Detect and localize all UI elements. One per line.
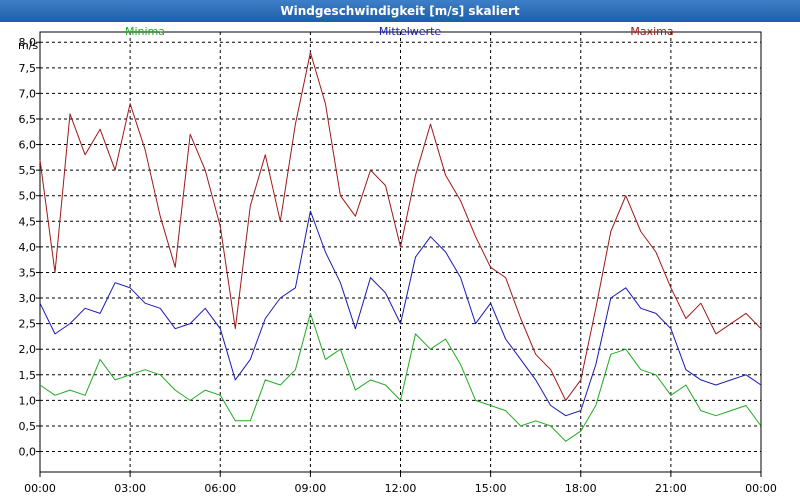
x-tick-time: 21:00	[655, 482, 687, 495]
y-tick-label: 2,5	[19, 318, 37, 331]
legend-minima: Minima	[125, 25, 165, 38]
x-tick-time: 00:00	[24, 482, 56, 495]
x-tick-time: 12:00	[385, 482, 417, 495]
x-tick-time: 09:00	[295, 482, 327, 495]
chart-title: Windgeschwindigkeit [m/s] skaliert	[0, 0, 800, 22]
chart-area: 8,0 7,5 7,0 6,5 6,0 5,5 5,0 4,5 4,0 3,5 3,0 2,5 2,0 1…	[0, 22, 800, 504]
x-tick-time: 00:00	[745, 482, 777, 495]
x-tick-time: 06:00	[204, 482, 236, 495]
y-tick-label: 3,5	[19, 266, 37, 279]
y-tick-label: 2,0	[19, 343, 37, 356]
x-tick-time: 03:00	[114, 482, 146, 495]
legend-maxima: Maxima	[630, 25, 673, 38]
y-tick-label: 7,0	[19, 87, 37, 100]
y-tick-label: 1,0	[19, 394, 37, 407]
x-tick-time: 18:00	[565, 482, 597, 495]
y-tick-label: 7,5	[19, 62, 37, 75]
x-tick-time: 15:00	[475, 482, 507, 495]
y-tick-label: 6,0	[19, 139, 37, 152]
y-tick-label: 4,5	[19, 215, 37, 228]
y-tick-label: 3,0	[19, 292, 37, 305]
legend-mittelwerte: Mittelwerte	[379, 25, 442, 38]
y-tick-label: 5,0	[19, 190, 37, 203]
y-tick-label: 1,5	[19, 369, 37, 382]
y-tick-label: 4,0	[19, 241, 37, 254]
y-tick-label: 5,5	[19, 164, 37, 177]
y-tick-label: 6,5	[19, 113, 37, 126]
y-tick-label: 0,5	[19, 420, 37, 433]
y-axis-label: m/s	[18, 39, 38, 52]
wind-speed-chart: 8,07,57,06,56,05,55,04,54,03,53,02,52,01…	[16, 25, 786, 504]
y-tick-label: 0,0	[19, 446, 37, 459]
